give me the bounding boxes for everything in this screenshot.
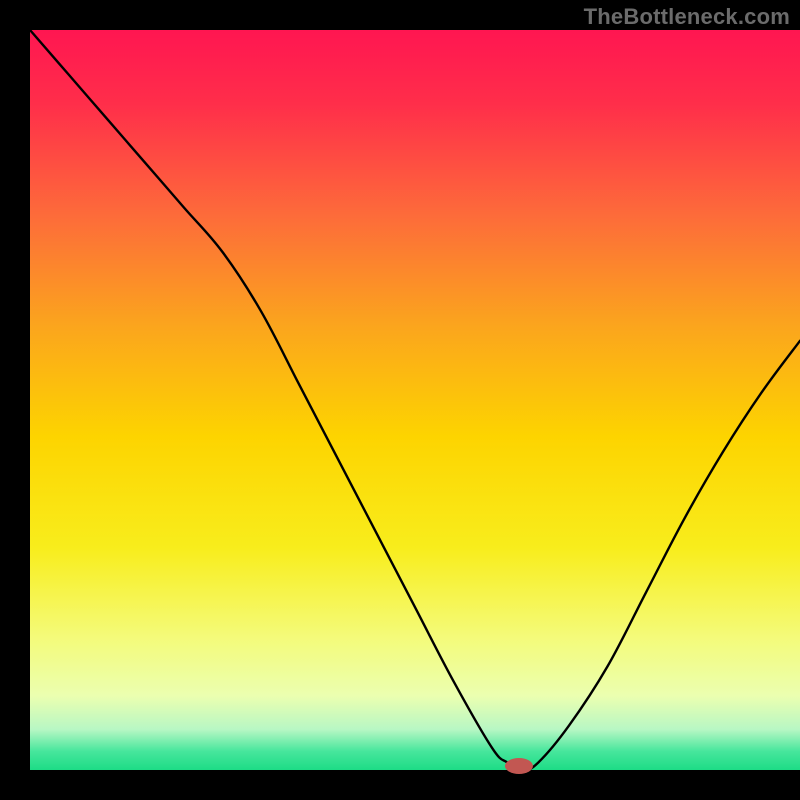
chart-frame: { "watermark": "TheBottleneck.com", "plo…	[0, 0, 800, 800]
watermark-text: TheBottleneck.com	[584, 4, 790, 30]
plot-background	[30, 30, 800, 770]
minimum-marker	[505, 758, 533, 774]
bottleneck-chart	[0, 0, 800, 800]
